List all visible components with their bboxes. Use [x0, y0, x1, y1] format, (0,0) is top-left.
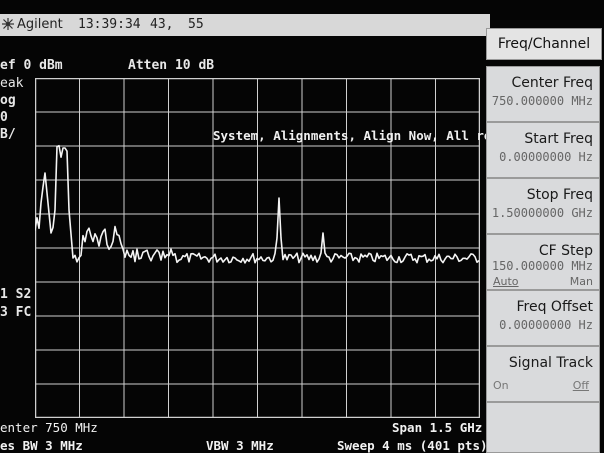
title-bar: Agilent 13:39:34 43, 55 — [0, 14, 490, 36]
softkey-value: 750.000000 MHz — [491, 94, 593, 108]
softkey-label: Start Freq — [524, 131, 593, 147]
signal-track-softkey[interactable]: Signal Track On Off — [486, 346, 600, 402]
freq-offset-softkey[interactable]: Freq Offset 0.00000000 Hz — [486, 290, 600, 346]
softkey-value: 0.00000000 Hz — [499, 318, 593, 332]
scale-label: 0 — [0, 110, 8, 125]
agilent-spark-icon — [2, 18, 14, 30]
softkey-label: CF Step — [538, 243, 593, 259]
softkey-label: Stop Freq — [526, 187, 593, 203]
clock-time: 13:39:34 — [78, 17, 141, 32]
analyzer-screen: Agilent 13:39:34 43, 55 ef 0 dBm Atten 1… — [0, 0, 604, 453]
vbw-readout: VBW 3 MHz — [206, 438, 274, 453]
auto-option: Auto — [493, 275, 519, 288]
off-option: Off — [572, 379, 589, 392]
res-bw-readout: es BW 3 MHz — [0, 438, 83, 453]
blank-softkey[interactable] — [486, 402, 600, 453]
softkey-label: Signal Track — [508, 355, 593, 371]
sweep-readout: Sweep 4 ms (401 pts) — [337, 438, 488, 453]
unit-label: B/ — [0, 127, 16, 142]
softkey-value: 0.00000000 Hz — [499, 150, 593, 164]
center-freq-softkey[interactable]: Center Freq 750.000000 MHz — [486, 66, 600, 122]
fc-label: 3 FC — [0, 305, 32, 320]
softkey-value: 1.50000000 GHz — [491, 206, 593, 220]
softkey-label: Center Freq — [511, 75, 593, 91]
brand-label: Agilent — [17, 17, 63, 32]
menu-title: Freq/Channel — [486, 28, 602, 60]
ref-level-label: ef 0 dBm — [0, 58, 63, 73]
cf-step-softkey[interactable]: CF Step 150.000000 MHz Auto Man — [486, 234, 600, 290]
softkey-panel: Freq/Channel Center Freq 750.000000 MHz … — [486, 24, 604, 453]
log-label: og — [0, 93, 16, 108]
softkey-value: 150.000000 MHz — [491, 259, 593, 273]
softkey-label: Freq Offset — [516, 299, 594, 315]
man-option: Man — [569, 275, 593, 288]
center-freq-readout: enter 750 MHz — [0, 420, 98, 435]
start-freq-softkey[interactable]: Start Freq 0.00000000 Hz — [486, 122, 600, 178]
on-option: On — [493, 379, 509, 392]
atten-label: Atten 10 dB — [128, 58, 215, 73]
span-readout: Span 1.5 GHz — [392, 420, 483, 435]
status-number-1: 43, — [150, 17, 174, 32]
s2-label: 1 S2 — [0, 287, 32, 302]
stop-freq-softkey[interactable]: Stop Freq 1.50000000 GHz — [486, 178, 600, 234]
status-number-2: 55 — [188, 17, 204, 32]
peak-label: eak — [0, 76, 24, 91]
